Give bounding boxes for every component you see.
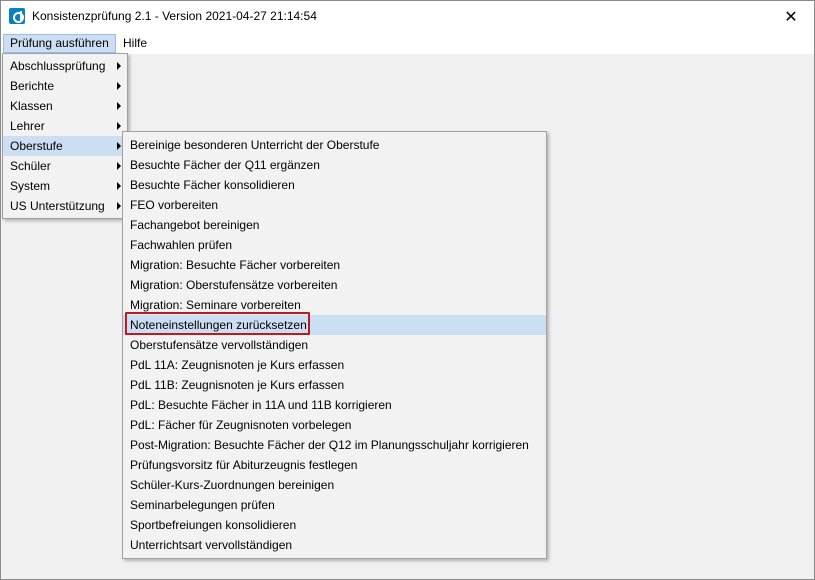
menu-item-schueler[interactable]: Schüler xyxy=(3,156,127,176)
submenu-item-migration-besuchte-faecher[interactable]: Migration: Besuchte Fächer vorbereiten xyxy=(123,255,546,275)
submenu-item-sportbefreiungen-konsolidieren[interactable]: Sportbefreiungen konsolidieren xyxy=(123,515,546,535)
menu-item-label: Klassen xyxy=(10,99,53,113)
submenu-item-bereinige-besonderen-unterricht[interactable]: Bereinige besonderen Unterricht der Ober… xyxy=(123,135,546,155)
dropdown-menu-pruefung: Abschlussprüfung Berichte Klassen Lehrer… xyxy=(2,53,128,219)
close-icon: ✕ xyxy=(784,8,798,26)
submenu-arrow-icon xyxy=(117,62,121,70)
menu-item-us-unterstuetzung[interactable]: US Unterstützung xyxy=(3,196,127,216)
submenu-item-post-migration-q12[interactable]: Post-Migration: Besuchte Fächer der Q12 … xyxy=(123,435,546,455)
submenu-arrow-icon xyxy=(117,122,121,130)
menubar-item-pruefung-ausfuehren[interactable]: Prüfung ausführen xyxy=(3,34,116,53)
menu-item-oberstufe[interactable]: Oberstufe xyxy=(3,136,127,156)
submenu-item-pdl-besuchte-faecher-korrigieren[interactable]: PdL: Besuchte Fächer in 11A und 11B korr… xyxy=(123,395,546,415)
submenu-arrow-icon xyxy=(117,82,121,90)
submenu-arrow-icon xyxy=(117,162,121,170)
submenu-item-feo-vorbereiten[interactable]: FEO vorbereiten xyxy=(123,195,546,215)
menu-item-label: Berichte xyxy=(10,79,55,93)
submenu-arrow-icon xyxy=(117,102,121,110)
submenu-item-pruefungsvorsitz-festlegen[interactable]: Prüfungsvorsitz für Abiturzeugnis festle… xyxy=(123,455,546,475)
menu-item-label: US Unterstützung xyxy=(10,199,105,213)
submenu-item-oberstufensaetze-vervollstaendigen[interactable]: Oberstufensätze vervollständigen xyxy=(123,335,546,355)
submenu-item-migration-oberstufensaetze[interactable]: Migration: Oberstufensätze vorbereiten xyxy=(123,275,546,295)
window-title: Konsistenzprüfung 2.1 - Version 2021-04-… xyxy=(32,9,317,23)
submenu-arrow-icon xyxy=(117,182,121,190)
submenu-item-besuchte-faecher-konsolidieren[interactable]: Besuchte Fächer konsolidieren xyxy=(123,175,546,195)
submenu-item-seminarbelegungen-pruefen[interactable]: Seminarbelegungen prüfen xyxy=(123,495,546,515)
close-button[interactable]: ✕ xyxy=(768,1,814,32)
submenu-item-pdl-faecher-vorbelegen[interactable]: PdL: Fächer für Zeugnisnoten vorbelegen xyxy=(123,415,546,435)
submenu-item-pdl-11b-zeugnisnoten[interactable]: PdL 11B: Zeugnisnoten je Kurs erfassen xyxy=(123,375,546,395)
submenu-item-schueler-kurs-zuordnungen[interactable]: Schüler-Kurs-Zuordnungen bereinigen xyxy=(123,475,546,495)
submenu-item-fachwahlen-pruefen[interactable]: Fachwahlen prüfen xyxy=(123,235,546,255)
submenu-oberstufe: Bereinige besonderen Unterricht der Ober… xyxy=(122,131,547,559)
submenu-item-noteneinstellungen-zuruecksetzen[interactable]: Noteneinstellungen zurücksetzen xyxy=(123,315,546,335)
submenu-item-fachangebot-bereinigen[interactable]: Fachangebot bereinigen xyxy=(123,215,546,235)
title-bar: Konsistenzprüfung 2.1 - Version 2021-04-… xyxy=(1,1,814,32)
submenu-item-migration-seminare[interactable]: Migration: Seminare vorbereiten xyxy=(123,295,546,315)
menu-bar: Prüfung ausführen Hilfe xyxy=(1,32,814,54)
menu-item-lehrer[interactable]: Lehrer xyxy=(3,116,127,136)
menu-item-label: Abschlussprüfung xyxy=(10,59,106,73)
menu-item-label: Oberstufe xyxy=(10,139,63,153)
menubar-item-hilfe[interactable]: Hilfe xyxy=(117,34,153,53)
menu-item-system[interactable]: System xyxy=(3,176,127,196)
menu-item-berichte[interactable]: Berichte xyxy=(3,76,127,96)
submenu-item-unterrichtsart-vervollstaendigen[interactable]: Unterrichtsart vervollständigen xyxy=(123,535,546,555)
app-logo-icon xyxy=(9,8,25,24)
menu-item-abschlusspruefung[interactable]: Abschlussprüfung xyxy=(3,56,127,76)
submenu-item-besuchte-faecher-q11[interactable]: Besuchte Fächer der Q11 ergänzen xyxy=(123,155,546,175)
menu-item-label: System xyxy=(10,179,51,193)
menu-item-label: Lehrer xyxy=(10,119,45,133)
submenu-arrow-icon xyxy=(117,202,121,210)
menu-item-klassen[interactable]: Klassen xyxy=(3,96,127,116)
menu-item-label: Schüler xyxy=(10,159,51,173)
submenu-item-pdl-11a-zeugnisnoten[interactable]: PdL 11A: Zeugnisnoten je Kurs erfassen xyxy=(123,355,546,375)
submenu-arrow-icon xyxy=(117,142,121,150)
